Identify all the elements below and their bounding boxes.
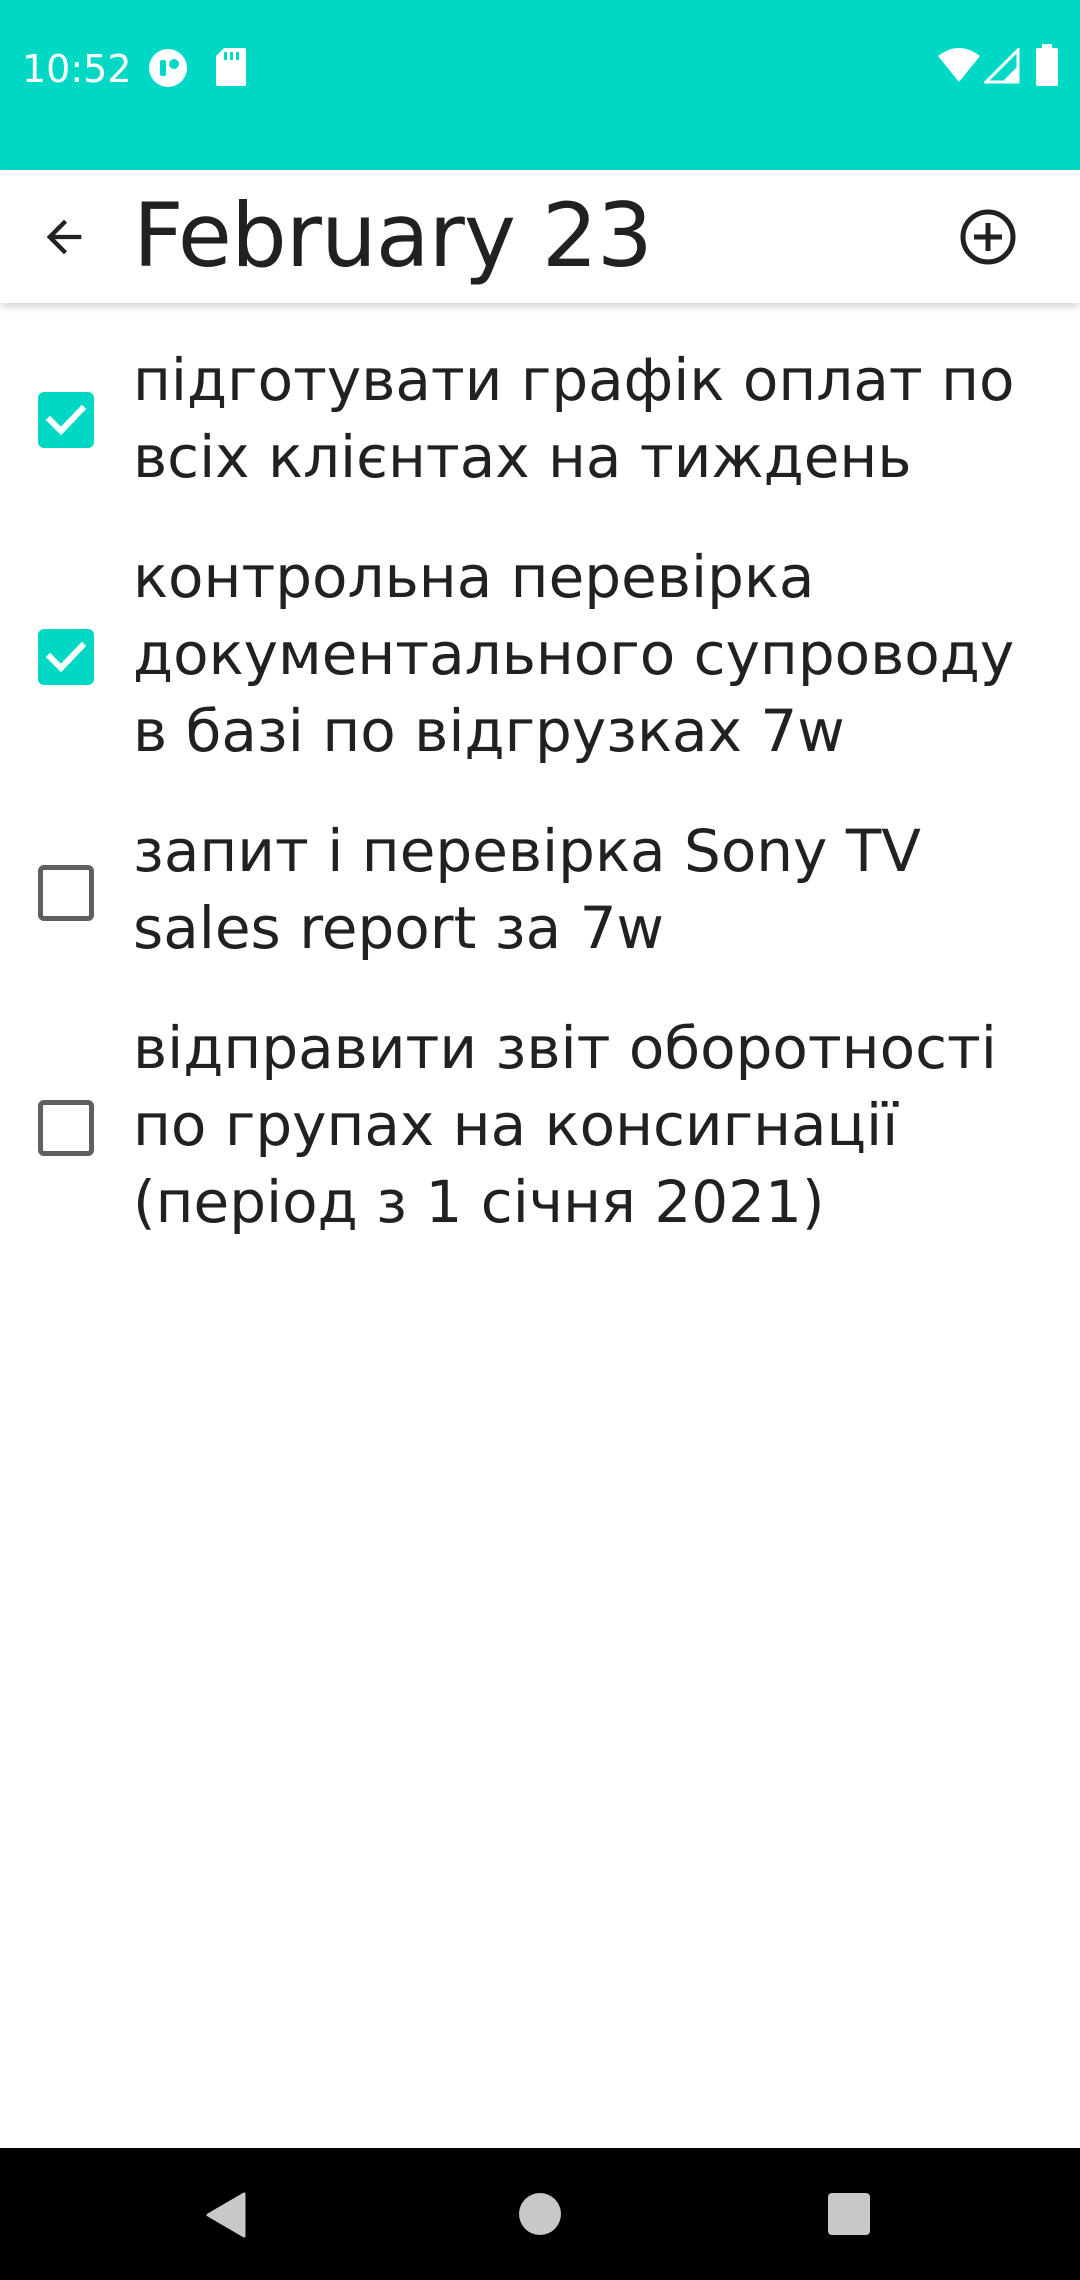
screen: 10:52 February 23 підготувати графік опл… xyxy=(0,0,1080,2280)
check-icon xyxy=(45,404,87,436)
wifi-icon xyxy=(938,48,980,82)
cellular-signal-icon xyxy=(984,48,1020,84)
status-bar: 10:52 xyxy=(0,0,1080,170)
task-item[interactable]: контрольна перевірка документального суп… xyxy=(0,539,1080,769)
nav-recents-icon[interactable] xyxy=(828,2193,870,2235)
task-text-line: підготувати графік оплат по xyxy=(133,346,1015,414)
battery-icon xyxy=(1036,44,1058,86)
sd-card-icon xyxy=(216,48,246,86)
task-text-line: sales report за 7w xyxy=(133,894,664,962)
task-item[interactable]: запит і перевірка Sony TV sales report з… xyxy=(0,813,1080,963)
task-checkbox[interactable] xyxy=(38,1100,94,1156)
back-button[interactable] xyxy=(28,201,100,273)
task-text-line: документального супроводу xyxy=(133,620,1015,688)
nav-home-icon[interactable] xyxy=(518,2192,562,2236)
nav-back-icon[interactable] xyxy=(204,2192,248,2238)
task-text-line: в базі по відгрузках 7w xyxy=(133,697,845,765)
task-text: контрольна перевірка документального суп… xyxy=(133,539,1053,770)
task-text: підготувати графік оплат по всіх клієнта… xyxy=(133,342,1053,496)
task-text: запит і перевірка Sony TV sales report з… xyxy=(133,813,1053,967)
task-checkbox[interactable] xyxy=(38,392,94,448)
task-text-line: запит і перевірка Sony TV xyxy=(133,817,921,885)
task-checkbox[interactable] xyxy=(38,865,94,921)
task-text-line: всіх клієнтах на тиждень xyxy=(133,423,912,491)
app-bar: February 23 xyxy=(0,170,1080,303)
add-task-button[interactable] xyxy=(952,201,1024,273)
navigation-bar xyxy=(0,2148,1080,2280)
app-notification-icon xyxy=(149,49,187,87)
task-text-line: відправити звіт оборотності xyxy=(133,1014,997,1082)
add-circle-icon xyxy=(960,209,1016,265)
task-item[interactable]: підготувати графік оплат по всіх клієнта… xyxy=(0,342,1080,492)
task-text-line: контрольна перевірка xyxy=(133,543,815,611)
check-icon xyxy=(45,641,87,673)
status-time: 10:52 xyxy=(22,47,132,91)
arrow-back-icon xyxy=(46,219,82,255)
task-text-line: (період з 1 січня 2021) xyxy=(133,1168,825,1236)
task-checkbox[interactable] xyxy=(38,629,94,685)
task-text: відправити звіт оборотності по групах на… xyxy=(133,1010,1053,1241)
page-title: February 23 xyxy=(133,184,653,287)
task-item[interactable]: відправити звіт оборотності по групах на… xyxy=(0,1010,1080,1240)
task-text-line: по групах на консигнації xyxy=(133,1091,899,1159)
